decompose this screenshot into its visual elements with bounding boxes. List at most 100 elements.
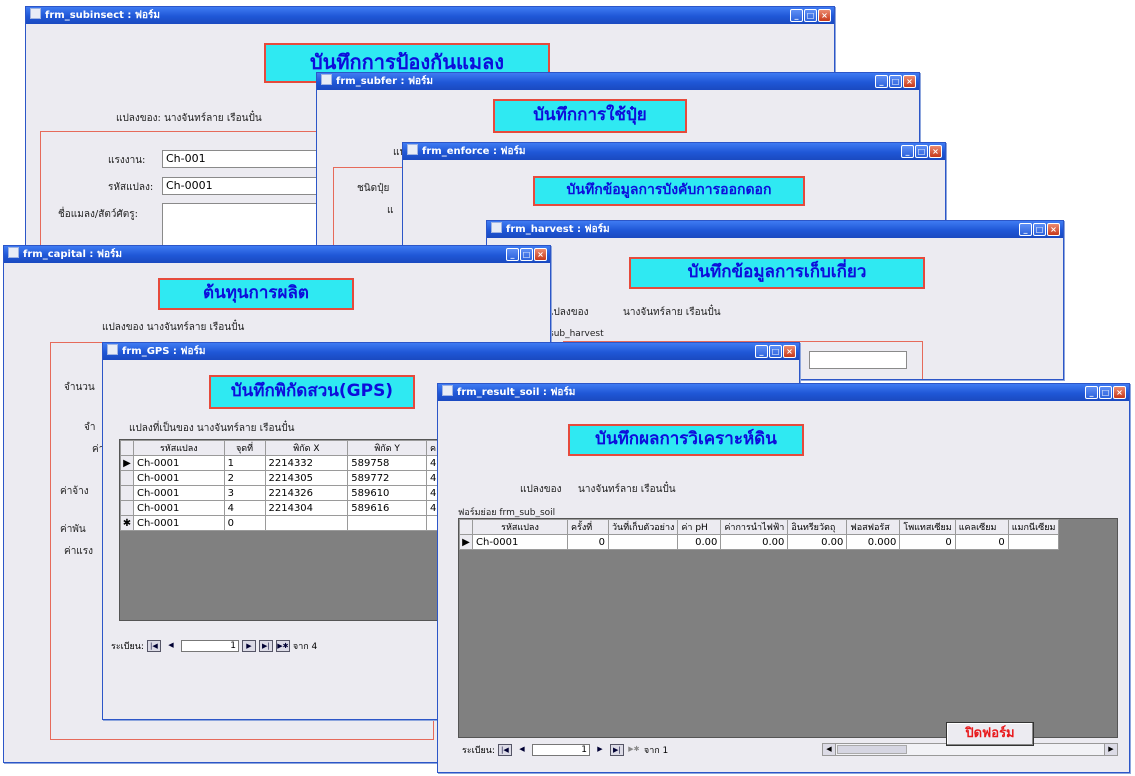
last-record-button[interactable]: ▶| [258,640,273,652]
cell-conductivity[interactable]: 0.00 [720,534,789,550]
col-round[interactable]: ครั้งที่ [567,519,609,535]
record-number-input[interactable]: 1 [531,744,590,756]
col-coord-x[interactable]: พิกัด X [264,440,349,456]
worker-field[interactable]: Ch-001 [162,150,322,168]
record-number-input[interactable]: 1 [180,640,239,652]
cell-point-no[interactable]: 0 [223,515,266,531]
table-row[interactable]: ▶ Ch-0001 1 2214332 589758 42 [120,455,448,471]
titlebar-result-soil[interactable]: frm_result_soil : ฟอร์ม _ □ × [438,384,1129,401]
harvest-field[interactable] [809,351,907,369]
cell-point-no[interactable]: 4 [223,500,266,516]
first-record-button[interactable]: |◀ [146,640,161,652]
minimize-button[interactable]: _ [755,345,768,358]
cell-coord-y[interactable] [347,515,427,531]
maximize-button[interactable]: □ [769,345,782,358]
prev-record-button[interactable]: ◀ [164,640,178,652]
minimize-button[interactable]: _ [875,75,888,88]
maximize-button[interactable]: □ [1099,386,1112,399]
col-plot-id[interactable]: รหัสแปลง [472,519,568,535]
cell-plot-id[interactable]: Ch-0001 [132,455,225,471]
titlebar-gps[interactable]: frm_GPS : ฟอร์ม _ □ × [103,343,799,360]
maximize-button[interactable]: □ [520,248,533,261]
cell-coord-x[interactable] [264,515,349,531]
cell-coord-y[interactable]: 589616 [347,500,427,516]
close-button[interactable]: × [534,248,547,261]
col-potassium[interactable]: โพแทสเซียม [899,519,956,535]
row-selector[interactable]: ▶ [120,455,134,471]
scroll-thumb[interactable] [837,745,907,754]
plot-id-field[interactable]: Ch-0001 [162,177,322,195]
row-selector[interactable] [120,470,134,486]
row-selector[interactable] [120,500,134,516]
window-result-soil[interactable]: frm_result_soil : ฟอร์ม _ □ × บันทึกผลการว… [437,383,1130,773]
table-row[interactable]: ▶ Ch-0001 0 0.00 0.00 0.00 0.000 0 0 [459,534,1060,550]
maximize-button[interactable]: □ [889,75,902,88]
cell-plot-id[interactable]: Ch-0001 [472,534,568,550]
minimize-button[interactable]: _ [506,248,519,261]
soil-result-grid[interactable]: รหัสแปลง ครั้งที่ วันที่เก็บตัวอย่าง ค่า… [458,518,1118,738]
cell-sample-date[interactable] [607,534,679,550]
cell-coord-y[interactable]: 589758 [347,455,427,471]
last-record-button[interactable]: ▶| [609,744,624,756]
col-conductivity[interactable]: ค่าการนำไฟฟ้า [720,519,789,535]
titlebar-harvest[interactable]: frm_harvest : ฟอร์ม _ □ × [487,221,1063,238]
col-organic-matter[interactable]: อินทรียวัตถุ [787,519,848,535]
minimize-button[interactable]: _ [1085,386,1098,399]
cell-calcium[interactable]: 0 [954,534,1009,550]
titlebar-subfer[interactable]: frm_subfer : ฟอร์ม _ □ × [317,73,919,90]
cell-coord-y[interactable]: 589772 [347,470,427,486]
close-button[interactable]: × [1047,223,1060,236]
first-record-button[interactable]: |◀ [497,744,512,756]
col-sample-date[interactable]: วันที่เก็บตัวอย่าง [607,519,679,535]
close-button[interactable]: × [783,345,796,358]
maximize-button[interactable]: □ [804,9,817,22]
maximize-button[interactable]: □ [1033,223,1046,236]
close-form-button[interactable]: ปิดฟอร์ม [946,722,1034,746]
close-button[interactable]: × [903,75,916,88]
cell-potassium[interactable]: 0 [899,534,956,550]
cell-plot-id[interactable]: Ch-0001 [132,515,225,531]
cell-coord-x[interactable]: 2214305 [264,470,349,486]
cell-plot-id[interactable]: Ch-0001 [132,500,225,516]
scroll-right-arrow[interactable]: ▶ [1104,744,1117,755]
scroll-left-arrow[interactable]: ◀ [823,744,836,755]
cell-point-no[interactable]: 3 [223,485,266,501]
close-button[interactable]: × [1113,386,1126,399]
maximize-button[interactable]: □ [915,145,928,158]
cell-point-no[interactable]: 1 [223,455,266,471]
next-record-button[interactable]: ▶ [241,640,256,652]
col-plot-id[interactable]: รหัสแปลง [132,440,225,456]
cell-organic-matter[interactable]: 0.00 [787,534,848,550]
close-button[interactable]: × [929,145,942,158]
minimize-button[interactable]: _ [790,9,803,22]
cell-round[interactable]: 0 [567,534,609,550]
row-selector[interactable]: ▶ [459,534,473,550]
cell-ph[interactable]: 0.00 [677,534,722,550]
table-row[interactable]: Ch-0001 4 2214304 589616 43 [120,500,448,516]
cell-coord-x[interactable]: 2214332 [264,455,349,471]
cell-coord-x[interactable]: 2214304 [264,500,349,516]
minimize-button[interactable]: _ [901,145,914,158]
row-selector[interactable] [120,485,134,501]
next-record-button[interactable]: ▶ [593,744,607,756]
close-button[interactable]: × [818,9,831,22]
cell-point-no[interactable]: 2 [223,470,266,486]
col-calcium[interactable]: แคลเซียม [954,519,1009,535]
cell-plot-id[interactable]: Ch-0001 [132,485,225,501]
prev-record-button[interactable]: ◀ [515,744,529,756]
col-coord-y[interactable]: พิกัด Y [347,440,427,456]
cell-coord-x[interactable]: 2214326 [264,485,349,501]
col-phosphorus[interactable]: ฟอสฟอรัส [846,519,901,535]
minimize-button[interactable]: _ [1019,223,1032,236]
cell-magnesium[interactable] [1007,534,1060,550]
gps-grid[interactable]: รหัสแปลง จุดที่ พิกัด X พิกัด Y ค ▶ Ch-0… [119,439,449,621]
cell-coord-y[interactable]: 589610 [347,485,427,501]
col-magnesium[interactable]: แมกนีเซียม [1007,519,1060,535]
col-point-no[interactable]: จุดที่ [223,440,266,456]
cell-plot-id[interactable]: Ch-0001 [132,470,225,486]
table-row[interactable]: Ch-0001 2 2214305 589772 42 [120,470,448,486]
new-row-marker[interactable]: ✱ [120,515,134,531]
new-record-button[interactable]: ▶✱ [275,640,290,652]
new-record-button[interactable]: ▶✱ [627,744,641,756]
titlebar-subinsect[interactable]: frm_subinsect : ฟอร์ม _ □ × [26,7,834,24]
